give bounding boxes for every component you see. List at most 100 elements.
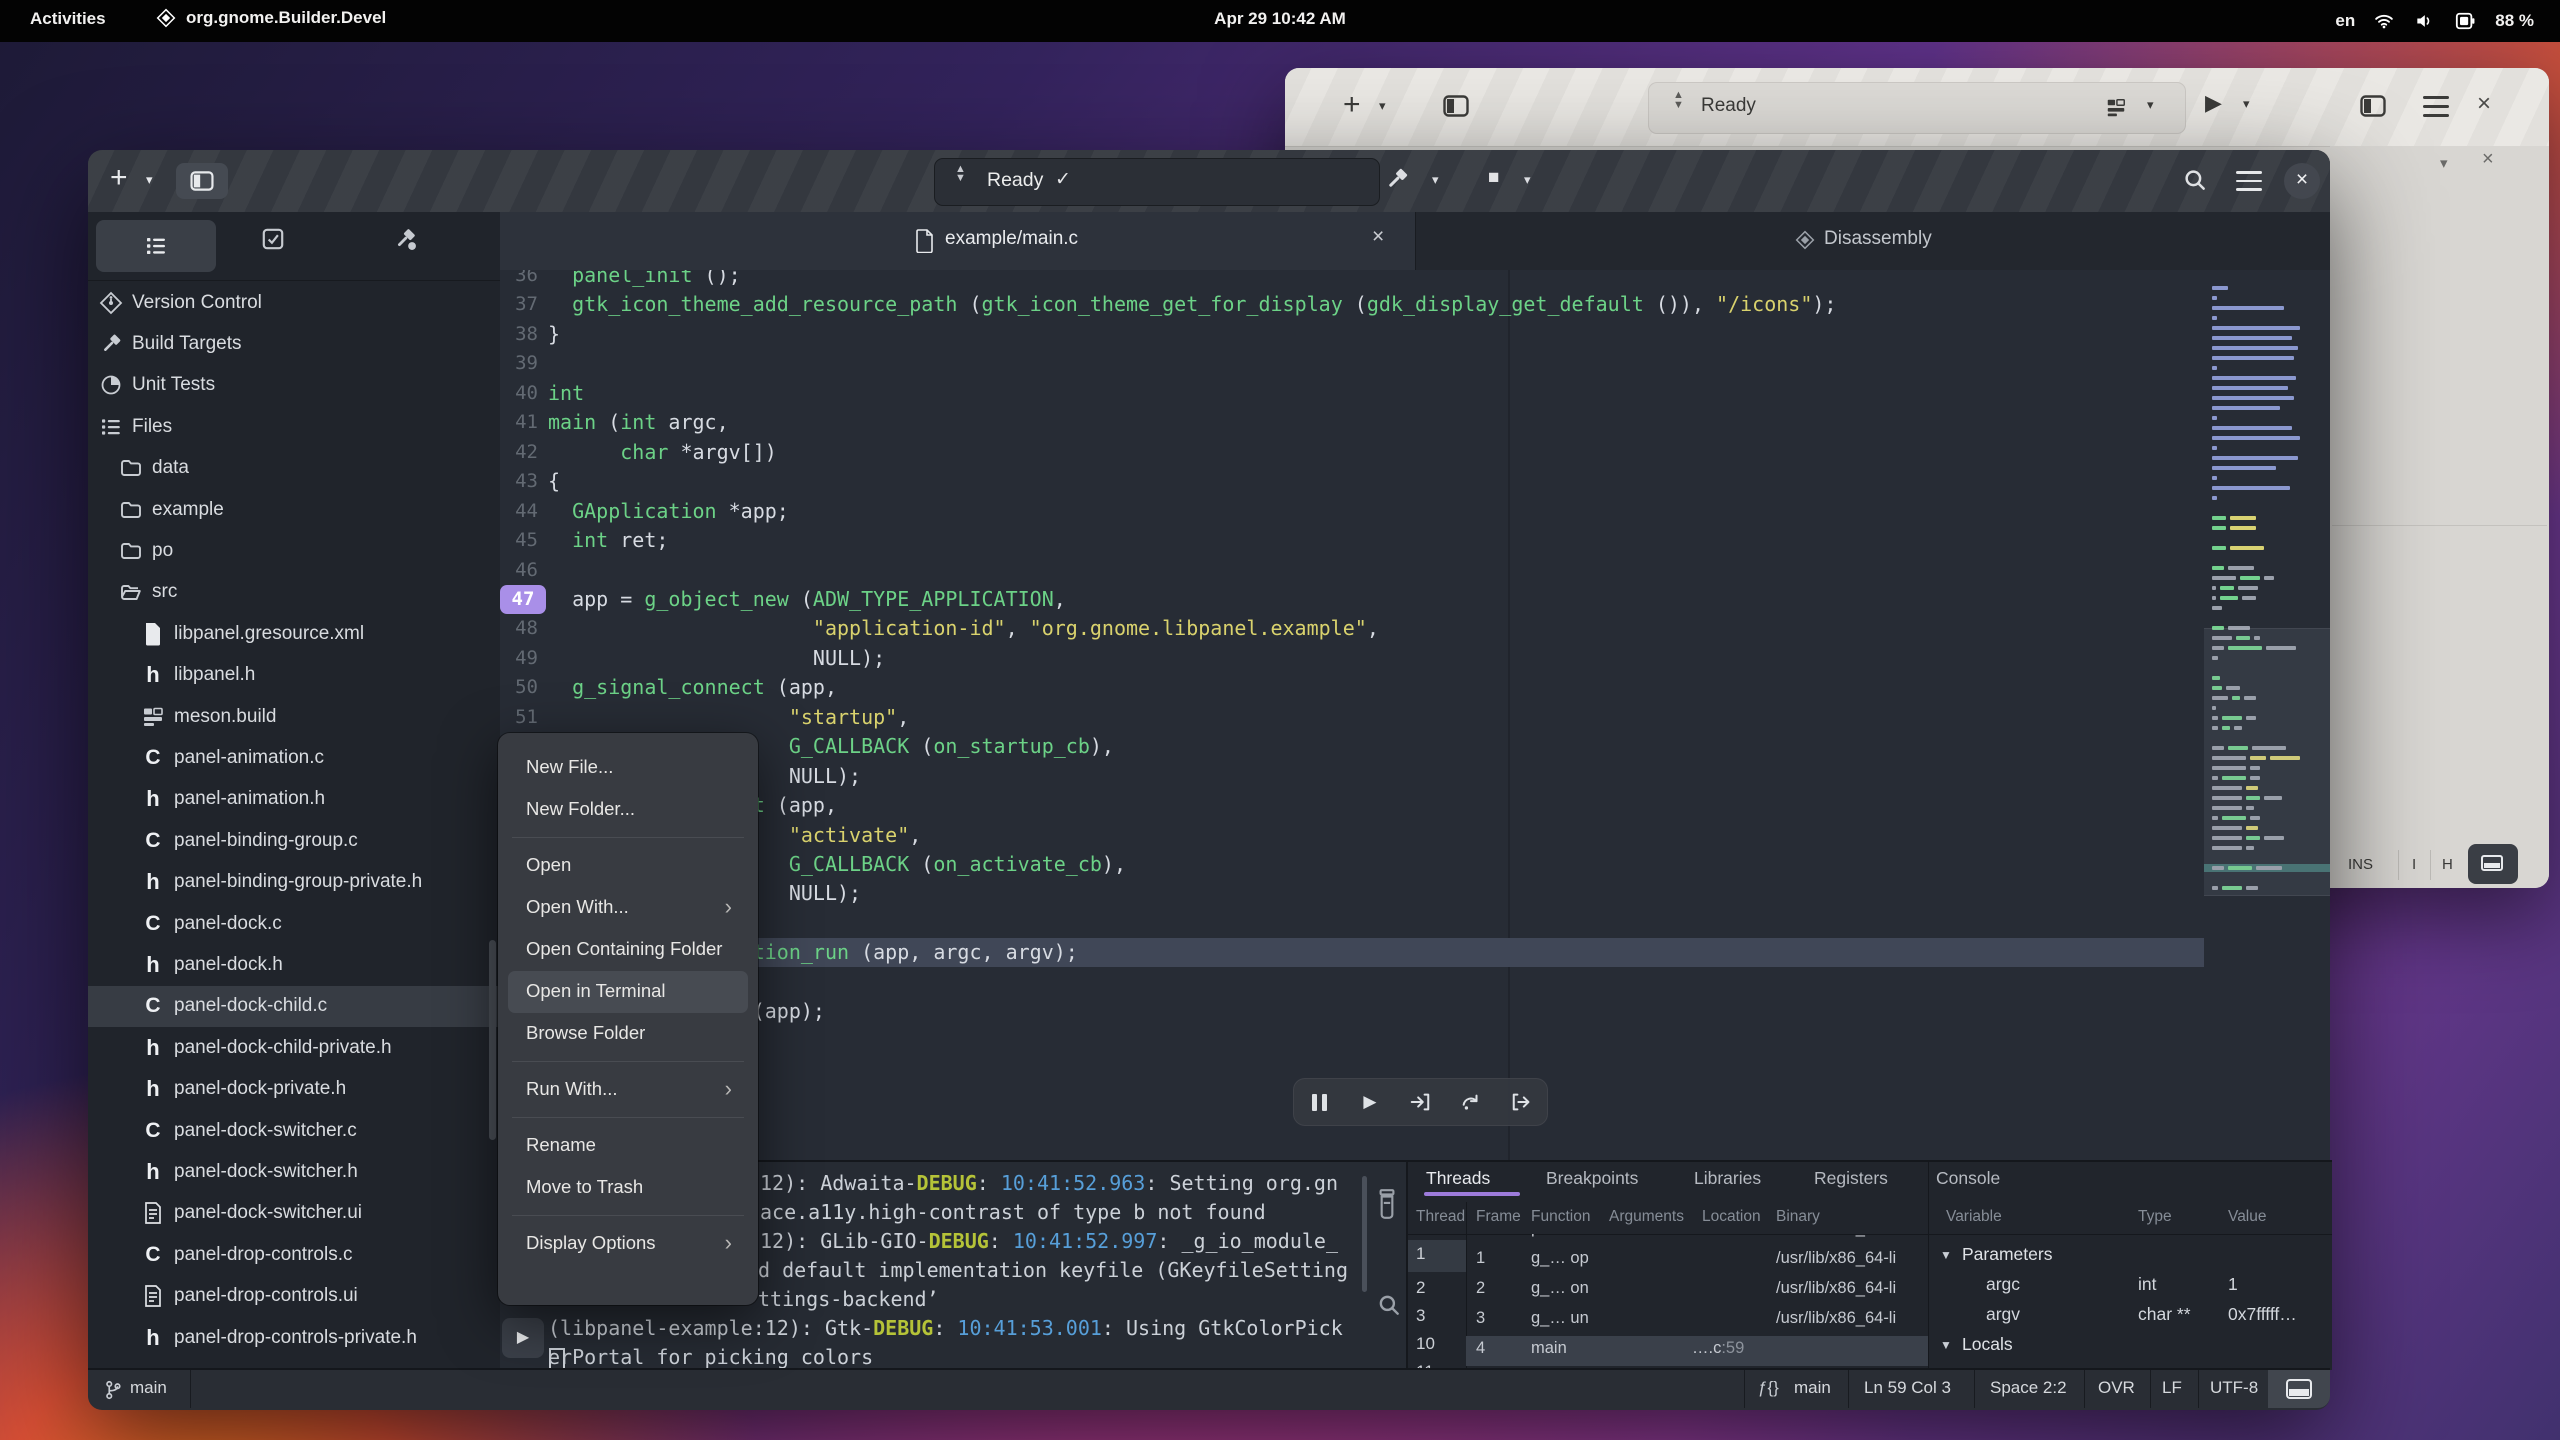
sidebar-tab-todo[interactable]	[260, 226, 286, 252]
system-tray[interactable]: en 88 %	[2335, 0, 2534, 42]
build-button[interactable]	[1384, 166, 1410, 192]
sidebar-item-panel-binding-group-c[interactable]: Cpanel-binding-group.c	[88, 820, 500, 861]
minimap[interactable]	[2204, 270, 2330, 1160]
panel-tab-breakpoints[interactable]: Breakpoints	[1546, 1168, 1638, 1189]
expander-icon[interactable]: ▼	[1940, 1338, 1952, 1352]
sidebar-item-panel-drop-controls-ui[interactable]: panel-drop-controls.ui	[88, 1276, 500, 1317]
overwrite-mode[interactable]: OVR	[2098, 1378, 2135, 1398]
build-dropdown-caret[interactable]: ▾	[1432, 172, 1439, 188]
tab-close-icon[interactable]: ×	[1372, 225, 1384, 249]
continue-button[interactable]: ▶	[1345, 1092, 1396, 1112]
bg-toggle-left-panel-button[interactable]	[1443, 94, 1469, 118]
sidebar-item-meson-build[interactable]: meson.build	[88, 696, 500, 737]
bg-new-dropdown-caret[interactable]: ▾	[1379, 98, 1386, 114]
tab-example-main-c[interactable]: example/main.c ×	[500, 212, 1416, 270]
frame-row[interactable]: 1g_… op/usr/lib/x86_64-li	[1466, 1246, 1928, 1276]
panel-tab-libraries[interactable]: Libraries	[1694, 1168, 1761, 1189]
sidebar-item-panel-dock-private-h[interactable]: hpanel-dock-private.h	[88, 1069, 500, 1110]
menu-item-move-to-trash[interactable]: Move to Trash	[508, 1167, 748, 1209]
thread-row[interactable]: 10	[1408, 1334, 1466, 1358]
menu-item-open-with[interactable]: Open With...›	[508, 887, 748, 929]
bg-new-document-button[interactable]: +	[1343, 88, 1361, 122]
sidebar-item-panel-dock-switcher-h[interactable]: hpanel-dock-switcher.h	[88, 1151, 500, 1192]
bg-run-dropdown-caret[interactable]: ▾	[2243, 96, 2250, 112]
bg-build-dropdown-caret[interactable]: ▾	[2147, 97, 2154, 113]
toggle-left-panel-button[interactable]	[176, 163, 228, 199]
sidebar-item-panel-drop-controls-private-h[interactable]: hpanel-drop-controls-private.h	[88, 1317, 500, 1358]
bg-popover-close-icon[interactable]: ×	[2482, 148, 2494, 171]
clock[interactable]: Apr 29 10:42 AM	[1214, 9, 1346, 29]
sidebar-item-panel-dock-c[interactable]: Cpanel-dock.c	[88, 903, 500, 944]
bg-menu-button[interactable]	[2423, 96, 2449, 117]
stop-button[interactable]: ■	[1488, 167, 1499, 189]
code-editor[interactable]: 36 panel_init ();37 gtk_icon_theme_add_r…	[500, 270, 2330, 1160]
variable-row[interactable]: ▼Locals	[1928, 1332, 2332, 1362]
bg-omnibar[interactable]: ▲▼ Ready ▾	[1648, 82, 2186, 134]
menu-item-open-in-terminal[interactable]: Open in Terminal	[508, 971, 748, 1013]
sidebar-item-panel-dock-child-private-h[interactable]: hpanel-dock-child-private.h	[88, 1027, 500, 1068]
menu-item-display-options[interactable]: Display Options›	[508, 1223, 748, 1265]
sidebar-item-po[interactable]: po	[88, 530, 500, 571]
log-search-icon[interactable]	[1376, 1292, 1402, 1318]
sidebar-item-unit-tests[interactable]: Unit Tests	[88, 365, 500, 406]
menu-item-open[interactable]: Open	[508, 845, 748, 887]
frame-row[interactable]: 3g_… un/usr/lib/x86_64-li	[1466, 1306, 1928, 1336]
panel-tab-registers[interactable]: Registers	[1814, 1168, 1888, 1189]
menu-item-new-file[interactable]: New File...	[508, 747, 748, 789]
jar-icon[interactable]	[1374, 1188, 1400, 1220]
branch-label[interactable]: main	[130, 1378, 167, 1398]
menu-item-rename[interactable]: Rename	[508, 1125, 748, 1167]
thread-row[interactable]: 1	[1408, 1240, 1466, 1272]
sidebar-tab-project[interactable]	[96, 220, 216, 272]
sidebar-item-panel-animation-h[interactable]: hpanel-animation.h	[88, 779, 500, 820]
sidebar-item-panel-animation-c[interactable]: Cpanel-animation.c	[88, 737, 500, 778]
omnibar[interactable]: ▲▼ Ready ✓	[934, 158, 1380, 206]
sidebar-tab-build-issues[interactable]	[392, 226, 418, 252]
variable-row[interactable]: argcint1	[1928, 1272, 2332, 1302]
bg-statusbar-h[interactable]: H	[2442, 856, 2453, 873]
bg-statusbar-ins[interactable]: INS	[2348, 856, 2373, 873]
breakpoint-line-indicator[interactable]: 47	[500, 585, 546, 614]
menu-item-run-with[interactable]: Run With...›	[508, 1069, 748, 1111]
stop-dropdown-caret[interactable]: ▾	[1524, 172, 1531, 188]
activities-button[interactable]: Activities	[30, 9, 106, 29]
sidebar-item-panel-dock-h[interactable]: hpanel-dock.h	[88, 944, 500, 985]
new-document-button[interactable]: +	[110, 160, 128, 196]
thread-row[interactable]: 3	[1408, 1306, 1466, 1330]
panel-tab-console[interactable]: Console	[1936, 1168, 2000, 1189]
indentation-setting[interactable]: Space 2:2	[1990, 1378, 2067, 1398]
sidebar-item-panel-dock-switcher-c[interactable]: Cpanel-dock-switcher.c	[88, 1110, 500, 1151]
sidebar-item-libpanel-gresource-xml[interactable]: libpanel.gresource.xml	[88, 613, 500, 654]
variable-row[interactable]: argvchar **0x7fffff…	[1928, 1302, 2332, 1332]
log-scrollbar[interactable]	[1362, 1176, 1367, 1292]
frame-row[interactable]: 2g_… on/usr/lib/x86_64-li	[1466, 1276, 1928, 1306]
menu-item-browse-folder[interactable]: Browse Folder	[508, 1013, 748, 1055]
menu-item-new-folder[interactable]: New Folder...	[508, 789, 748, 831]
expander-icon[interactable]: ▼	[1940, 1248, 1952, 1262]
menu-button[interactable]	[2236, 171, 2262, 191]
sidebar-item-example[interactable]: example	[88, 489, 500, 530]
function-context-label[interactable]: main	[1794, 1378, 1831, 1398]
bg-run-button[interactable]: ▶	[2205, 90, 2222, 116]
pause-button[interactable]	[1294, 1094, 1345, 1111]
close-button[interactable]: ×	[2284, 163, 2320, 199]
sidebar-item-files[interactable]: Files	[88, 406, 500, 447]
minimap-viewport[interactable]	[2204, 628, 2330, 896]
bg-popover-caret[interactable]: ▾	[2440, 154, 2448, 172]
step-over-button[interactable]	[1446, 1091, 1497, 1113]
encoding[interactable]: UTF-8	[2210, 1378, 2258, 1398]
sidebar-item-src[interactable]: src	[88, 572, 500, 613]
variable-row[interactable]: ▼Parameters	[1928, 1242, 2332, 1272]
line-ending[interactable]: LF	[2162, 1378, 2182, 1398]
step-in-button[interactable]	[1395, 1091, 1446, 1113]
step-out-button[interactable]	[1496, 1091, 1547, 1113]
cursor-position[interactable]: Ln 59 Col 3	[1864, 1378, 1951, 1398]
menu-item-open-containing-folder[interactable]: Open Containing Folder	[508, 929, 748, 971]
app-indicator[interactable]: org.gnome.Builder.Devel	[156, 8, 386, 28]
sidebar-scrollbar[interactable]	[489, 940, 496, 1140]
bg-statusbar-i[interactable]: I	[2412, 856, 2416, 873]
panel-tab-threads[interactable]: Threads	[1426, 1168, 1490, 1189]
sidebar-item-panel-drop-controls-c[interactable]: Cpanel-drop-controls.c	[88, 1234, 500, 1275]
new-dropdown-caret[interactable]: ▾	[146, 172, 153, 188]
sidebar-item-libpanel-h[interactable]: hlibpanel.h	[88, 655, 500, 696]
